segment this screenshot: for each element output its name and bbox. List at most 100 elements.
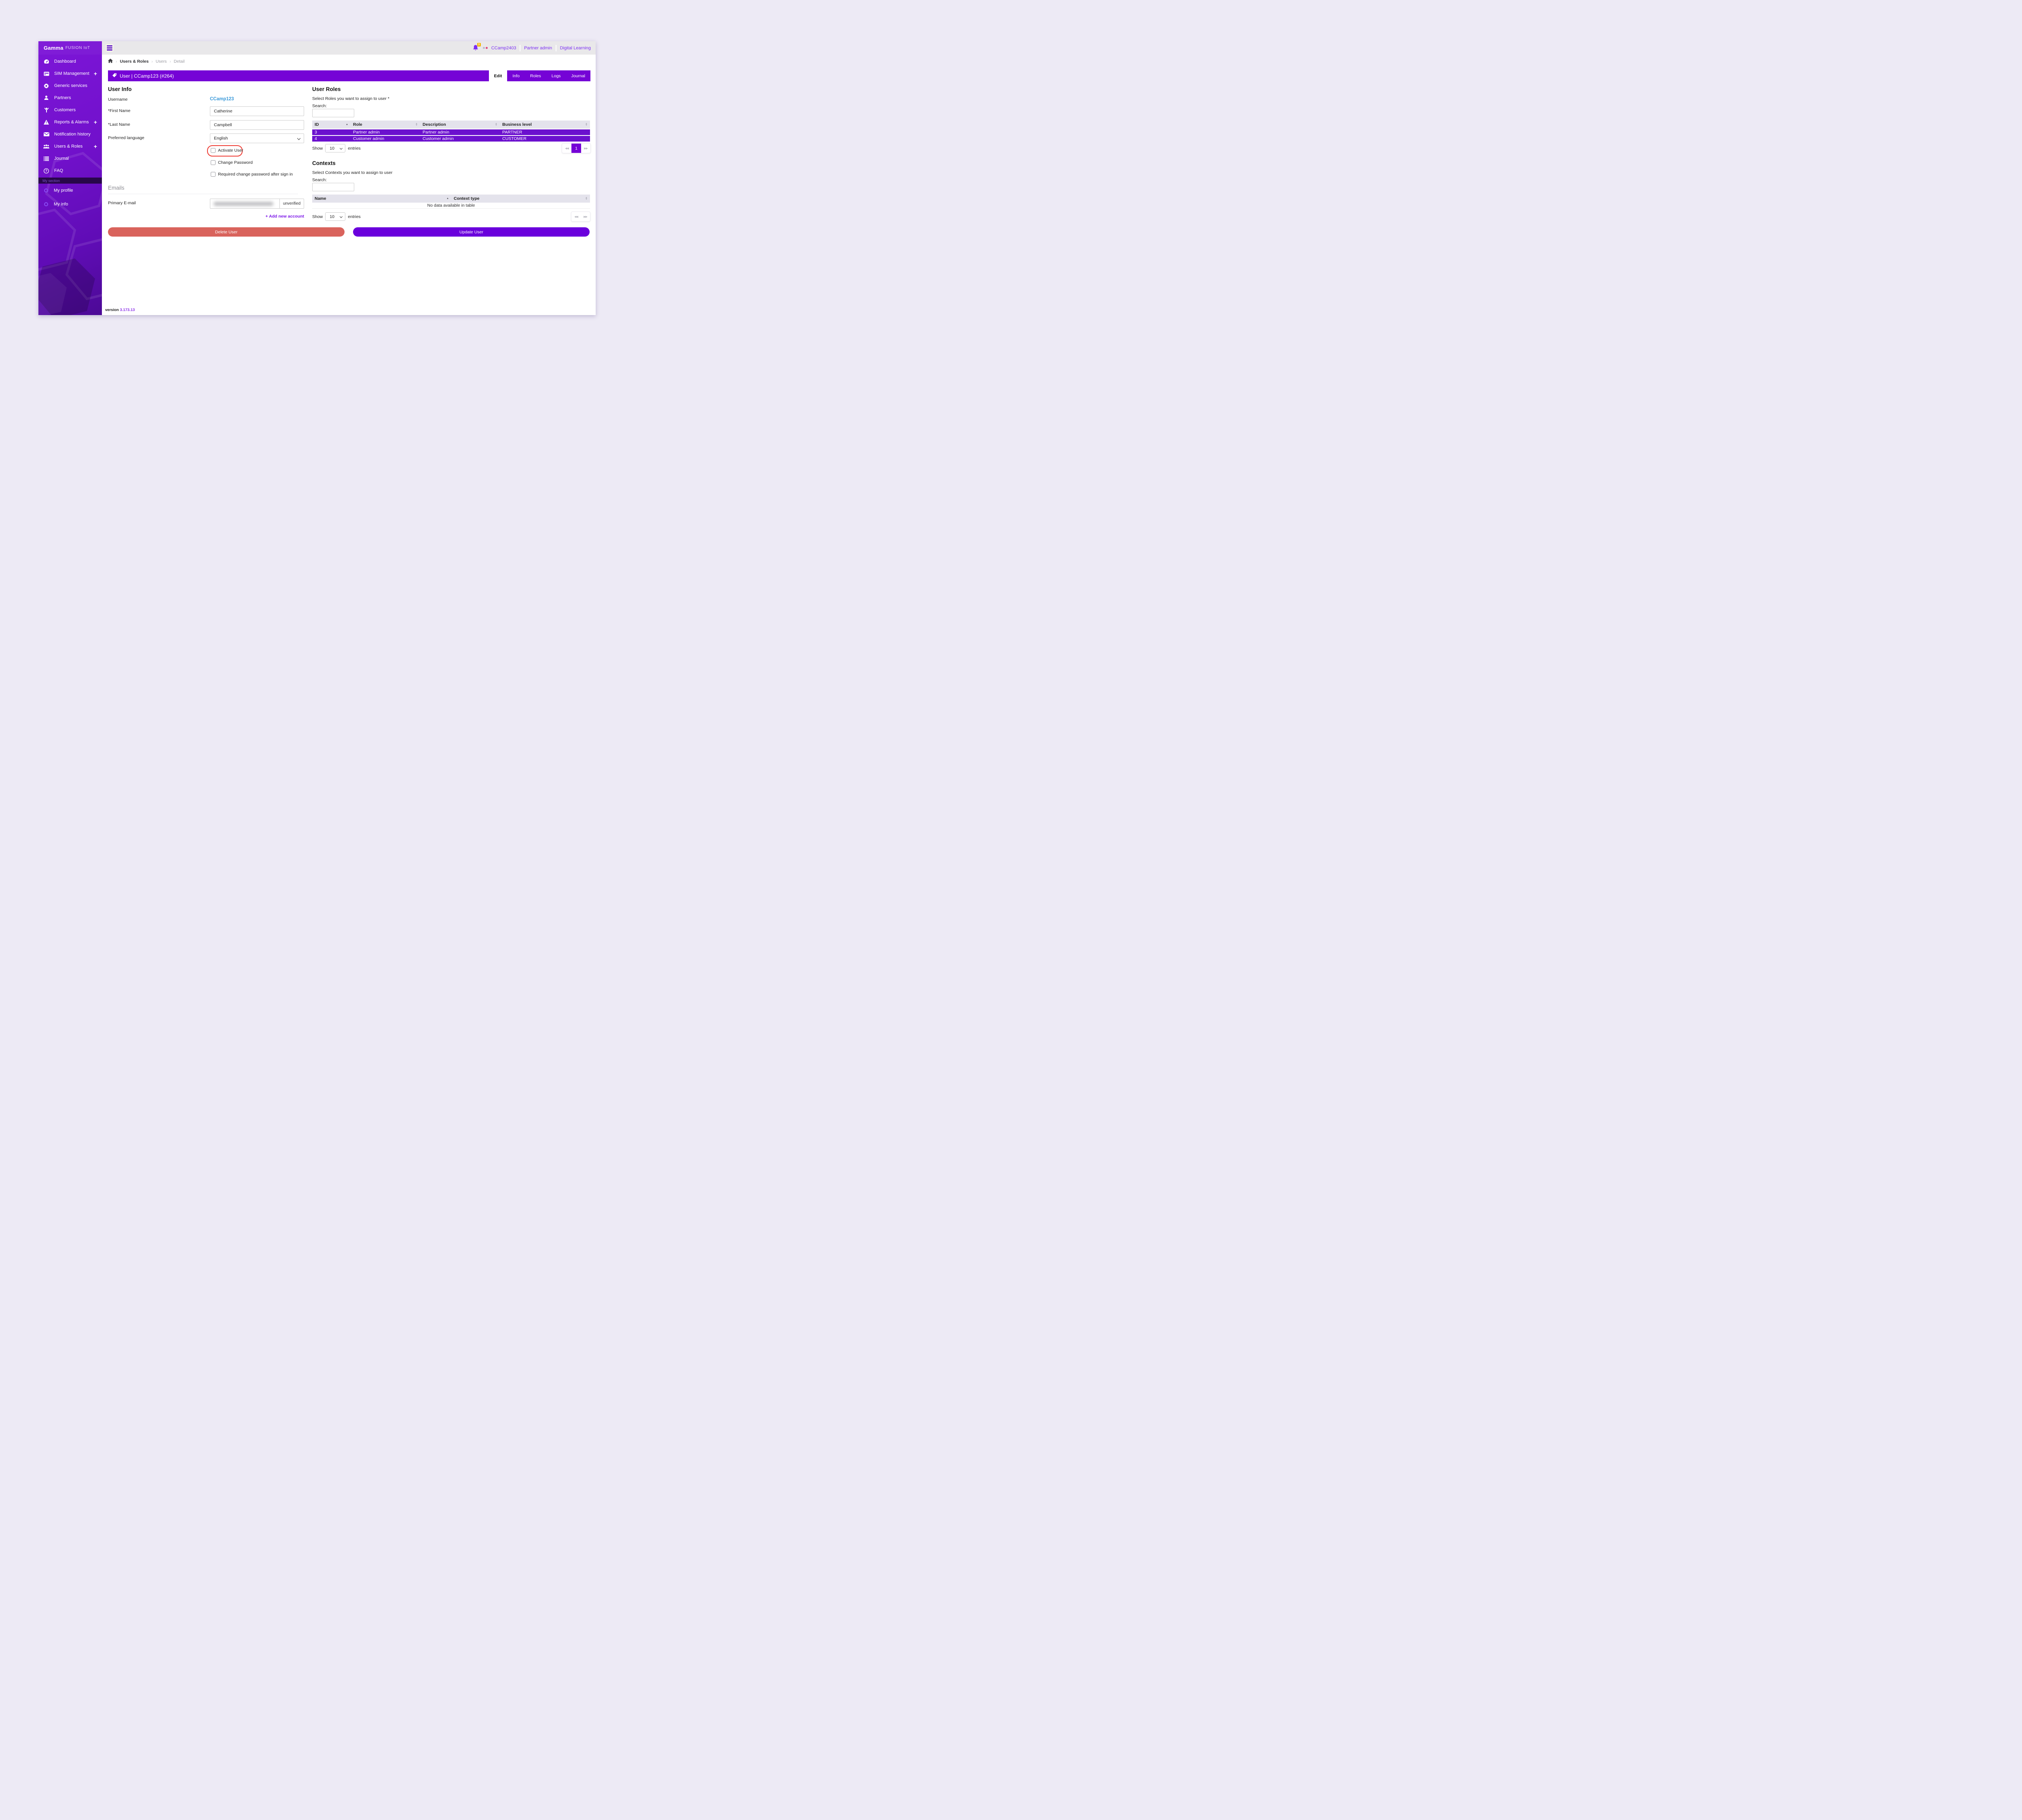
home-icon[interactable]	[108, 59, 113, 64]
sim-card-icon	[43, 71, 49, 76]
activate-user-checkbox[interactable]	[211, 148, 216, 153]
sidebar-item-sim-management[interactable]: SIM Management +	[38, 68, 102, 80]
last-page-icon[interactable]: ▶▶	[581, 212, 590, 221]
sort-both-icon: ▲▼	[583, 197, 588, 201]
expand-plus-icon[interactable]: +	[94, 71, 97, 76]
sort-asc-icon: ▲	[343, 124, 348, 126]
roles-search-input[interactable]	[312, 109, 354, 117]
roles-col-business-level[interactable]: Business level ▲▼	[500, 121, 590, 129]
expand-plus-icon[interactable]: +	[94, 144, 97, 149]
cell-id: 3	[312, 130, 351, 135]
sidebar-section-label: My section	[38, 178, 102, 184]
sidebar-item-journal[interactable]: Journal	[38, 152, 102, 165]
warning-triangle-icon	[43, 119, 49, 125]
cell-description: Customer admin	[420, 136, 500, 141]
roles-table-row-selected[interactable]: 4 Customer admin Customer admin CUSTOMER	[312, 136, 590, 142]
roles-col-id[interactable]: ID ▲	[312, 121, 351, 129]
page-content: › Users & Roles › Users › Detail User | …	[102, 55, 596, 315]
contexts-search-input[interactable]	[312, 183, 354, 191]
sidebar-item-dashboard[interactable]: Dashboard	[38, 55, 102, 68]
unverified-badge: unverified	[279, 199, 304, 208]
first-page-icon[interactable]: ◀◀	[571, 212, 581, 221]
tab-journal[interactable]: Journal	[566, 70, 590, 82]
sidebar-item-label: Journal	[54, 156, 69, 161]
tab-edit[interactable]: Edit	[489, 70, 508, 82]
show-label: Show	[312, 214, 323, 219]
main-area: 3 CCamp2403 Partner admin Digital Learni…	[102, 41, 596, 315]
primary-email-field[interactable]	[210, 199, 279, 208]
person-icon	[43, 95, 49, 101]
sidebar-item-generic-services[interactable]: Generic services	[38, 80, 102, 92]
tab-info[interactable]: Info	[507, 70, 525, 82]
delete-user-button[interactable]: Delete User	[108, 227, 345, 237]
sidebar-item-users-roles[interactable]: Users & Roles +	[38, 140, 102, 152]
topbar-role[interactable]: Partner admin	[524, 46, 552, 51]
version-value[interactable]: 3.173.13	[120, 308, 135, 312]
contexts-col-name[interactable]: Name ▲	[312, 195, 451, 203]
sidebar-item-label: Partners	[54, 95, 71, 100]
sidebar-item-my-profile[interactable]: My profile	[38, 184, 102, 197]
roles-table-row-selected[interactable]: 3 Partner admin Partner admin PARTNER	[312, 129, 590, 135]
required-change-password-checkbox[interactable]	[211, 172, 216, 177]
contexts-col-context-type[interactable]: Context type ▲▼	[451, 195, 590, 203]
tab-roles[interactable]: Roles	[525, 70, 546, 82]
topbar-username[interactable]: CCamp2403	[491, 46, 516, 51]
contexts-pagination: ◀◀ ▶▶	[571, 212, 590, 222]
sidebar-item-label: Reports & Alarms	[54, 120, 89, 125]
sidebar-item-label: SIM Management	[54, 71, 89, 76]
sidebar-item-my-info[interactable]: My info	[38, 197, 102, 211]
add-new-account-link[interactable]: + Add new account	[210, 214, 304, 219]
chevron-down-icon	[340, 147, 343, 150]
contexts-empty-row: No data available in table	[312, 203, 590, 209]
sidebar-item-partners[interactable]: Partners	[38, 92, 102, 104]
cell-role: Partner admin	[351, 130, 420, 135]
gear-icon	[43, 83, 49, 89]
entries-label: entries	[348, 146, 361, 151]
breadcrumb-users-roles[interactable]: Users & Roles	[120, 59, 148, 64]
first-name-field[interactable]: Catherine	[210, 106, 304, 116]
contexts-table-header: Name ▲ Context type ▲▼	[312, 195, 590, 203]
detail-header-bar: User | CCamp123 (#264) Edit Info Roles L…	[108, 70, 590, 81]
primary-email-label: Primary E-mail	[108, 201, 136, 205]
sidebar-item-faq[interactable]: ? FAQ	[38, 165, 102, 177]
topbar: 3 CCamp2403 Partner admin Digital Learni…	[102, 41, 596, 55]
topbar-org[interactable]: Digital Learning	[560, 46, 591, 51]
sidebar-item-customers[interactable]: Customers	[38, 104, 102, 116]
roles-col-role[interactable]: Role ▲▼	[351, 121, 420, 129]
breadcrumb: › Users & Roles › Users › Detail	[108, 59, 185, 64]
sidebar-item-notification-history[interactable]: Notification history	[38, 128, 102, 140]
app-window: Gamma FUSION IoT Dashboard SIM Managemen…	[38, 41, 596, 315]
last-name-label: *Last Name	[108, 122, 130, 127]
roles-show-entries: Show 10 entries	[312, 144, 361, 152]
update-user-button[interactable]: Update User	[353, 227, 590, 237]
first-page-icon[interactable]: ◀◀	[562, 144, 571, 153]
tab-logs[interactable]: Logs	[546, 70, 566, 82]
question-circle-icon: ?	[43, 168, 49, 174]
contexts-page-size-select[interactable]: 10	[325, 212, 345, 221]
roles-page-size-select[interactable]: 10	[325, 144, 345, 152]
notification-bell-icon[interactable]: 3	[473, 44, 479, 52]
sidebar-item-reports-alarms[interactable]: Reports & Alarms +	[38, 116, 102, 128]
entries-label: entries	[348, 214, 361, 219]
version-label: version	[105, 308, 119, 312]
breadcrumb-users[interactable]: Users	[156, 59, 167, 64]
emails-heading: Emails	[108, 185, 125, 191]
svg-text:?: ?	[45, 169, 47, 173]
expand-plus-icon[interactable]: +	[94, 119, 97, 125]
hamburger-menu-icon[interactable]	[106, 44, 113, 51]
brand-name: Gamma	[44, 45, 63, 51]
chevron-right-icon: ›	[169, 59, 171, 64]
cell-business-level: CUSTOMER	[500, 136, 590, 141]
change-password-label: Change Password	[218, 160, 253, 165]
column-label: Role	[353, 122, 362, 127]
roles-table-header: ID ▲ Role ▲▼ Description ▲▼ Business lev…	[312, 121, 590, 129]
column-label: ID	[315, 122, 319, 127]
sidebar-item-label: FAQ	[54, 168, 63, 173]
change-password-checkbox[interactable]	[211, 160, 216, 165]
current-page-button[interactable]: 1	[571, 144, 581, 153]
language-select[interactable]: English	[210, 133, 304, 143]
roles-col-description[interactable]: Description ▲▼	[420, 121, 500, 129]
last-page-icon[interactable]: ▶▶	[581, 144, 590, 153]
last-name-field[interactable]: Campbell	[210, 120, 304, 130]
sidebar-item-label: My profile	[54, 188, 73, 193]
